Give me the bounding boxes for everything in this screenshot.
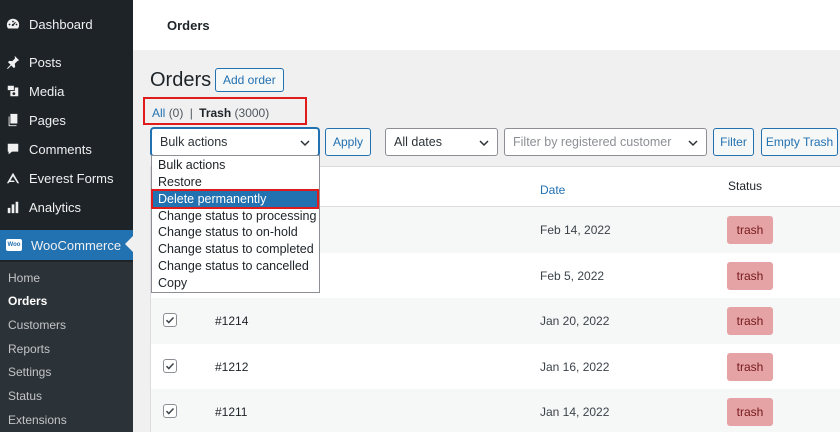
order-date: Jan 20, 2022 [540,314,610,328]
submenu-item-customers[interactable]: Customers [0,314,133,336]
filter-button[interactable]: Filter [713,128,754,156]
table-row[interactable]: #1211 Jan 14, 2022 trash [151,389,840,432]
sidebar-item-comments[interactable]: Comments [0,135,133,163]
order-date: Feb 14, 2022 [540,223,611,237]
submenu-item-settings[interactable]: Settings [0,361,133,383]
bulk-option-status-on-hold[interactable]: Change status to on-hold [152,224,319,241]
bulk-option-status-processing[interactable]: Change status to processing [152,208,319,225]
bulk-option-status-completed[interactable]: Change status to completed [152,241,319,258]
add-order-button[interactable]: Add order [215,68,284,92]
bulk-option-copy[interactable]: Copy [152,275,319,292]
analytics-icon [6,200,20,214]
bulk-actions-select[interactable]: Bulk actions [151,128,319,156]
status-badge: trash [727,398,773,426]
status-badge: trash [727,216,773,244]
order-date: Jan 14, 2022 [540,405,610,419]
status-badge: trash [727,353,773,381]
dashboard-icon [6,17,20,31]
submenu-item-orders[interactable]: Orders [0,290,133,312]
row-checkbox[interactable] [163,359,177,373]
chevron-down-icon [479,140,489,147]
table-row[interactable]: #1214 Jan 20, 2022 trash [151,298,840,344]
order-number[interactable]: #1212 [215,360,248,374]
bulk-option-status-cancelled[interactable]: Change status to cancelled [152,258,319,275]
dates-value: All dates [394,135,442,149]
checkmark-icon [165,316,175,324]
submenu-item-home[interactable]: Home [0,267,133,289]
table-row[interactable]: #1212 Jan 16, 2022 trash [151,344,840,390]
page-title: Orders [150,69,212,91]
sidebar-item-pages[interactable]: Pages [0,106,133,134]
column-header-date[interactable]: Date [540,183,565,197]
submenu-item-extensions[interactable]: Extensions [0,409,133,431]
column-header-status: Status [728,179,763,193]
comments-icon [6,142,20,156]
sidebar-item-posts[interactable]: Posts [0,48,133,76]
header-title: Orders [167,18,210,33]
pages-icon [6,113,20,127]
status-badge: trash [727,262,773,290]
current-menu-arrow [125,236,133,252]
sidebar-item-media[interactable]: Media [0,77,133,105]
bulk-actions-dropdown: Bulk actions Restore Delete permanently … [151,155,320,293]
highlight-box-views [143,97,307,125]
media-icon [6,84,20,98]
customer-filter-select[interactable]: Filter by registered customer [504,128,707,156]
bulk-actions-value: Bulk actions [160,135,228,149]
row-checkbox[interactable] [163,404,177,418]
order-number[interactable]: #1211 [215,405,247,419]
customer-filter-placeholder: Filter by registered customer [513,135,672,149]
chevron-down-icon [688,140,698,147]
checkmark-icon [165,362,175,370]
sidebar-item-analytics[interactable]: Analytics [0,193,133,221]
chevron-down-icon [300,140,310,147]
sidebar-item-label: WooCommerce [31,237,122,253]
status-badge: trash [727,307,773,335]
highlight-box-delete-permanently [151,189,319,209]
sidebar-item-label: Everest Forms [29,170,114,186]
dates-select[interactable]: All dates [385,128,498,156]
row-checkbox[interactable] [163,313,177,327]
empty-trash-button[interactable]: Empty Trash [761,128,838,156]
sidebar-item-label: Comments [29,141,92,157]
sidebar-item-label: Posts [29,54,62,70]
admin-sidebar: Dashboard Posts Media Pages Comments Eve… [0,0,133,432]
pin-icon [6,55,20,69]
bulk-option-bulk-actions[interactable]: Bulk actions [152,157,319,174]
sidebar-item-label: Pages [29,112,66,128]
order-date: Feb 5, 2022 [540,269,605,283]
sidebar-item-dashboard[interactable]: Dashboard [0,10,133,38]
sidebar-item-label: Analytics [29,199,82,215]
sidebar-item-everest-forms[interactable]: Everest Forms [0,164,133,192]
submenu-item-status[interactable]: Status [0,385,133,407]
apply-button[interactable]: Apply [325,128,371,156]
everest-forms-icon [6,171,20,185]
submenu-item-reports[interactable]: Reports [0,338,133,360]
sidebar-item-label: Dashboard [29,16,93,32]
sidebar-item-label: Media [29,83,65,99]
woocommerce-icon: Woo [6,239,22,251]
checkmark-icon [165,407,175,415]
sidebar-item-woocommerce[interactable]: Woo WooCommerce [0,230,133,260]
order-number[interactable]: #1214 [215,314,248,328]
order-date: Jan 16, 2022 [540,360,610,374]
woocommerce-header: Orders [133,0,840,50]
